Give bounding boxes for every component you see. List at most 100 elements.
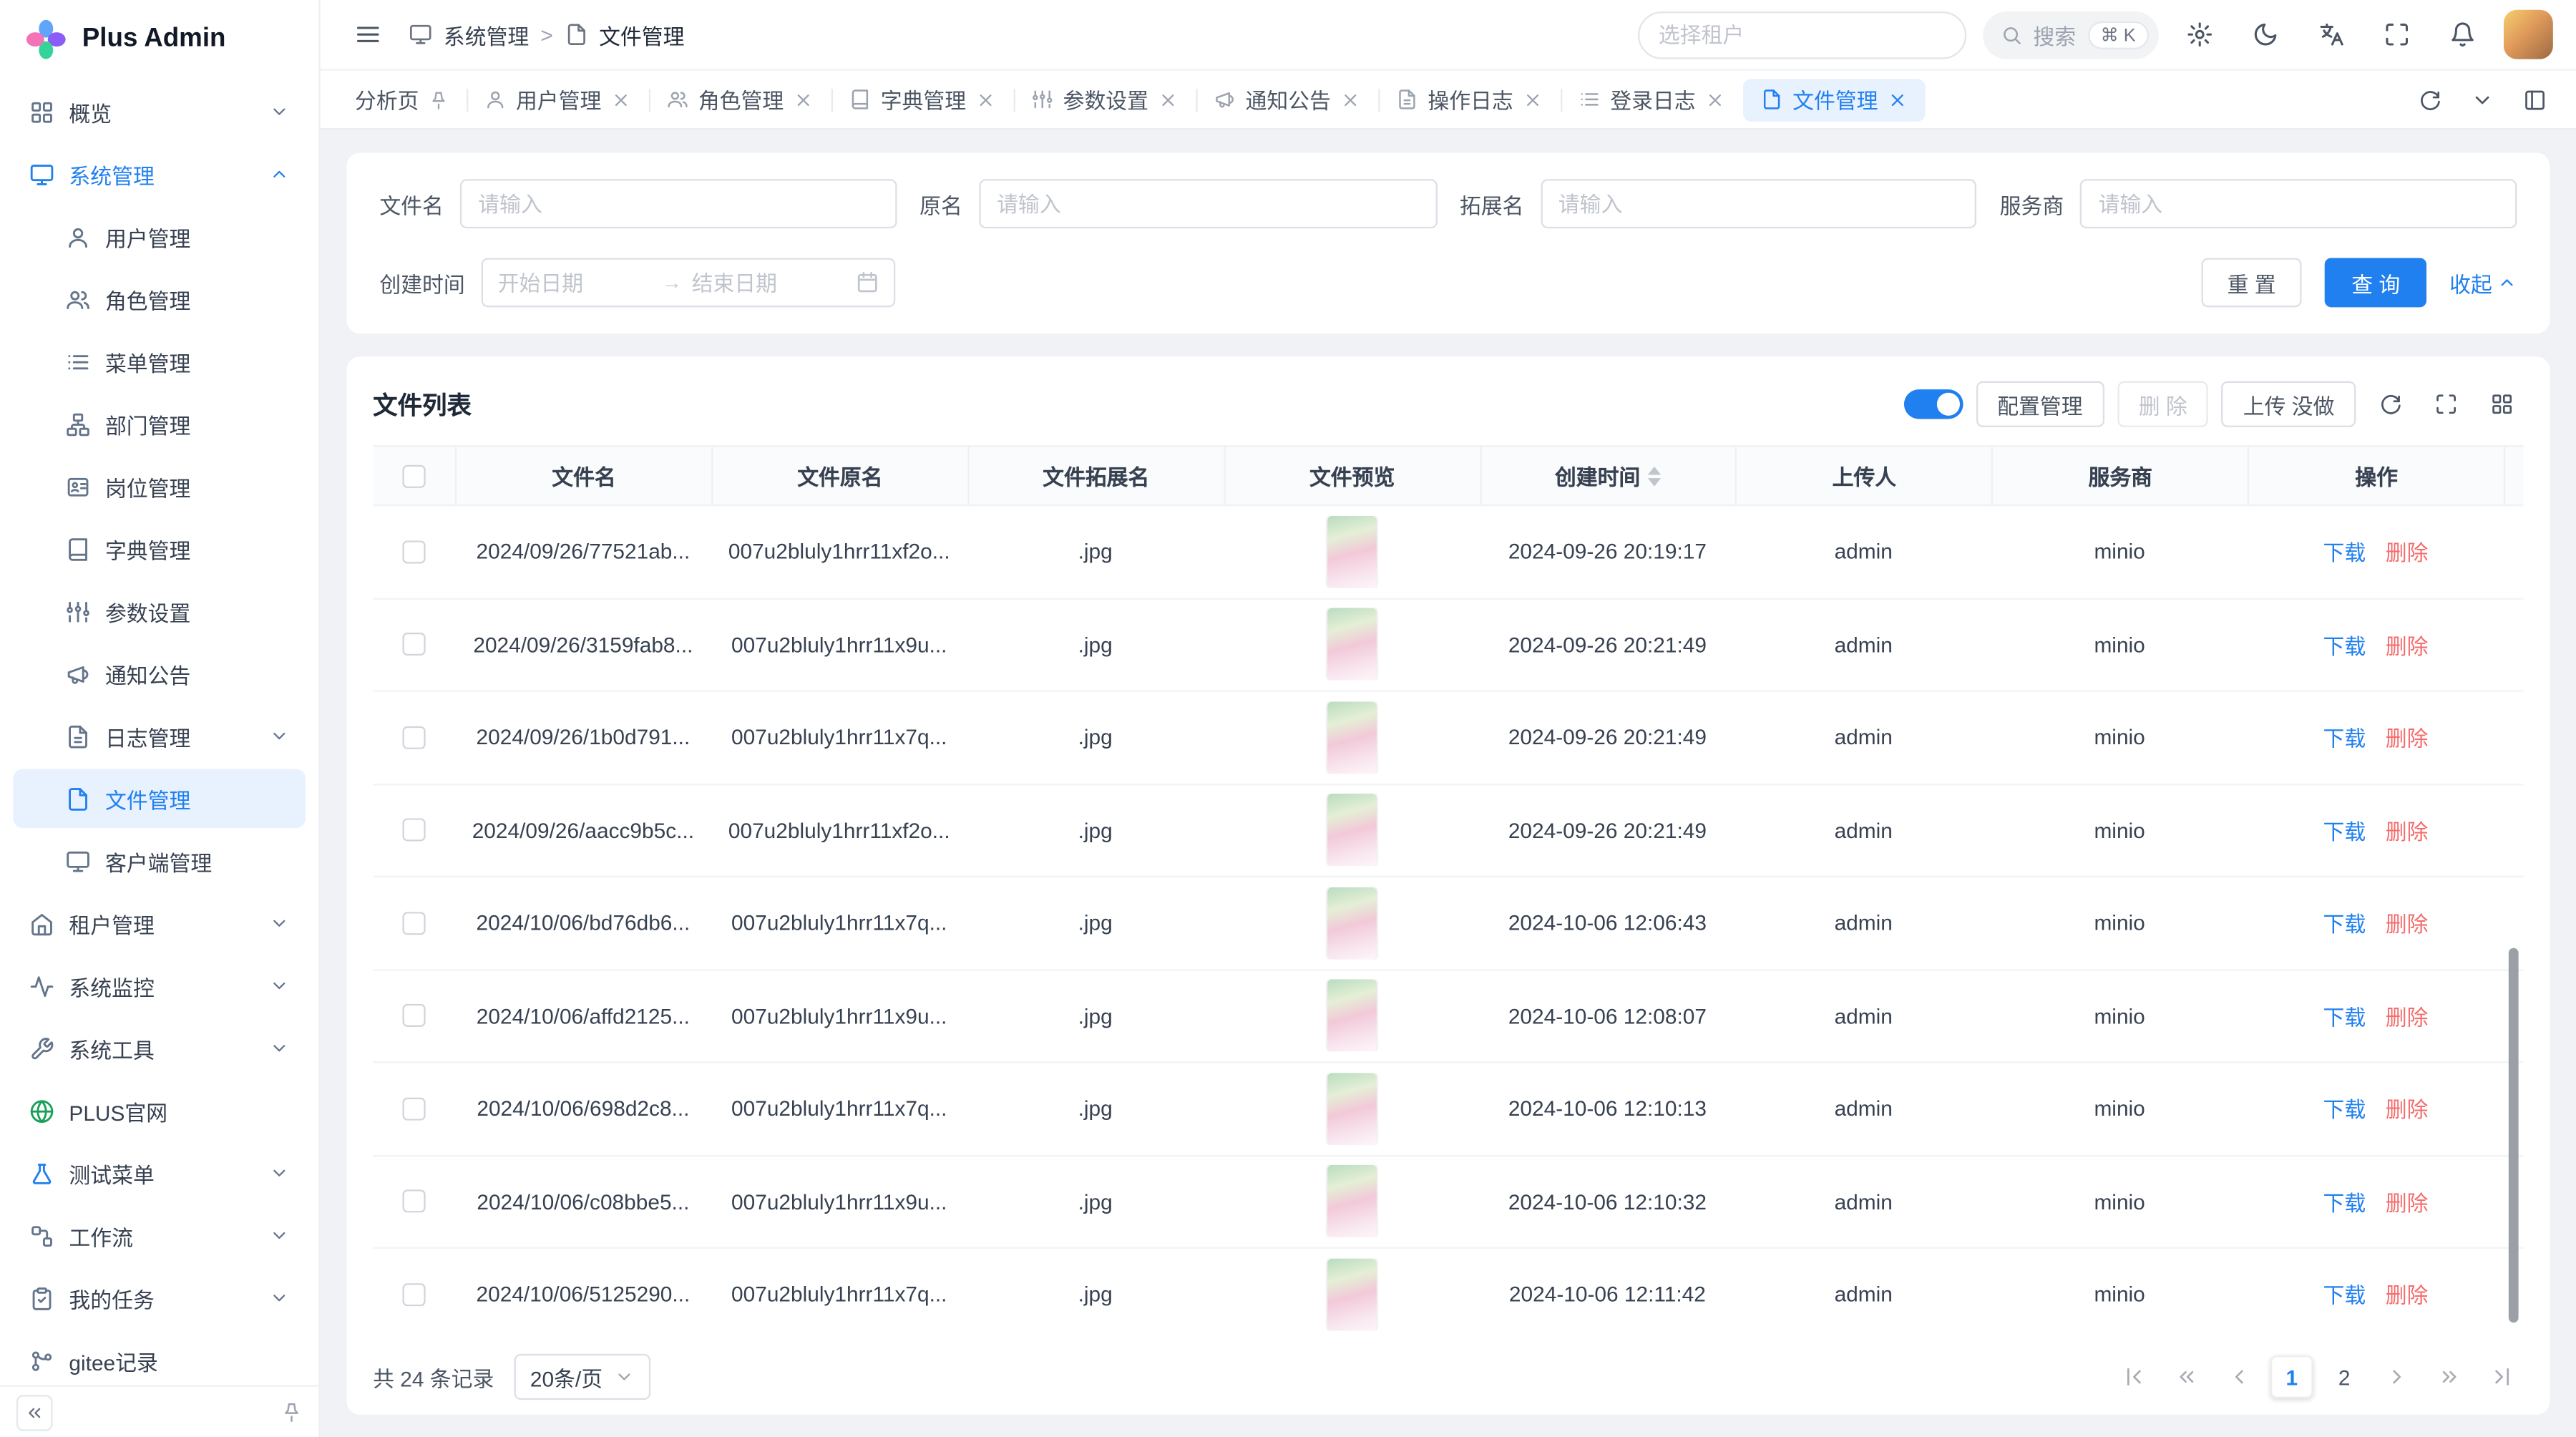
column-header-created-time[interactable]: 创建时间 — [1479, 447, 1735, 504]
refresh-tabs-button[interactable] — [2405, 74, 2454, 124]
app-logo-row[interactable]: Plus Admin — [0, 0, 318, 79]
tab-dict-management[interactable]: 字典管理 — [831, 78, 1014, 121]
settings-button[interactable] — [2175, 10, 2225, 59]
download-link[interactable]: 下载 — [2323, 907, 2366, 939]
sidebar-item-test-menu[interactable]: 测试菜单 — [13, 1144, 306, 1203]
delete-link[interactable]: 删除 — [2386, 907, 2429, 939]
tab-operation-log[interactable]: 操作日志 — [1378, 78, 1561, 121]
delete-link[interactable]: 删除 — [2386, 721, 2429, 753]
page-size-select[interactable]: 20条/页 — [514, 1354, 650, 1400]
prev-page-button[interactable] — [2218, 1355, 2260, 1398]
sidebar-collapse-button[interactable] — [16, 1394, 53, 1431]
sidebar-item-file-management[interactable]: 文件管理 — [13, 769, 306, 828]
last-page-button[interactable] — [2481, 1355, 2524, 1398]
extension-input[interactable] — [1540, 179, 1976, 228]
page-button-2[interactable]: 2 — [2323, 1355, 2366, 1398]
sidebar-item-gitee-record[interactable]: gitee记录 — [13, 1331, 306, 1385]
download-link[interactable]: 下载 — [2323, 721, 2366, 753]
download-link[interactable]: 下载 — [2323, 1186, 2366, 1217]
sidebar-item-param-settings[interactable]: 参数设置 — [13, 582, 306, 641]
start-date-input[interactable] — [498, 271, 653, 295]
file-preview-image[interactable] — [1327, 608, 1376, 681]
file-preview-image[interactable] — [1327, 887, 1376, 959]
file-preview-image[interactable] — [1327, 1258, 1376, 1330]
row-checkbox[interactable] — [402, 1097, 425, 1120]
jump-forward-button[interactable] — [2428, 1355, 2471, 1398]
download-link[interactable]: 下载 — [2323, 629, 2366, 661]
row-checkbox[interactable] — [402, 633, 425, 656]
language-button[interactable] — [2306, 10, 2356, 59]
sidebar-item-log-management[interactable]: 日志管理 — [13, 706, 306, 766]
file-preview-image[interactable] — [1327, 794, 1376, 866]
sidebar-item-system-tools[interactable]: 系统工具 — [13, 1018, 306, 1078]
notifications-button[interactable] — [2438, 10, 2487, 59]
batch-delete-button[interactable]: 删 除 — [2117, 381, 2209, 427]
file-preview-image[interactable] — [1327, 515, 1376, 588]
sidebar-item-menu-management[interactable]: 菜单管理 — [13, 332, 306, 391]
row-checkbox[interactable] — [402, 1004, 425, 1027]
file-preview-image[interactable] — [1327, 1165, 1376, 1237]
sidebar-item-role-management[interactable]: 角色管理 — [13, 270, 306, 329]
upload-button[interactable]: 上传 没做 — [2222, 381, 2356, 427]
sidebar-item-overview[interactable]: 概览 — [13, 82, 306, 142]
tab-login-log[interactable]: 登录日志 — [1561, 78, 1743, 121]
tab-user-management[interactable]: 用户管理 — [467, 78, 649, 121]
sidebar-item-workflow[interactable]: 工作流 — [13, 1206, 306, 1265]
delete-link[interactable]: 删除 — [2386, 1279, 2429, 1310]
file-name-input[interactable] — [460, 179, 897, 228]
close-icon[interactable] — [1341, 89, 1361, 109]
provider-input[interactable] — [2080, 179, 2517, 228]
delete-link[interactable]: 删除 — [2386, 1186, 2429, 1217]
refresh-table-button[interactable] — [2369, 383, 2412, 426]
table-fullscreen-button[interactable] — [2425, 383, 2468, 426]
date-range-picker[interactable]: → — [482, 258, 896, 307]
close-icon[interactable] — [1888, 89, 1908, 109]
original-name-input[interactable] — [979, 179, 1437, 228]
tabs-menu-button[interactable] — [2458, 74, 2507, 124]
select-all-checkbox[interactable] — [402, 464, 425, 487]
next-page-button[interactable] — [2376, 1355, 2419, 1398]
jump-back-button[interactable] — [2165, 1355, 2208, 1398]
row-checkbox[interactable] — [402, 726, 425, 749]
pin-sidebar-icon[interactable] — [281, 1401, 303, 1423]
sidebar-item-post-management[interactable]: 岗位管理 — [13, 457, 306, 516]
user-avatar[interactable] — [2504, 10, 2553, 59]
download-link[interactable]: 下载 — [2323, 814, 2366, 846]
sort-control[interactable] — [1649, 466, 1662, 486]
config-management-button[interactable]: 配置管理 — [1976, 381, 2104, 427]
tab-role-management[interactable]: 角色管理 — [649, 78, 831, 121]
page-button-1[interactable]: 1 — [2270, 1355, 2313, 1398]
sidebar-item-dict-management[interactable]: 字典管理 — [13, 520, 306, 579]
close-icon[interactable] — [794, 89, 814, 109]
search-submit-button[interactable]: 查 询 — [2326, 258, 2426, 307]
stripe-toggle[interactable] — [1903, 389, 1963, 419]
close-icon[interactable] — [1705, 89, 1725, 109]
sidebar-item-user-management[interactable]: 用户管理 — [13, 207, 306, 266]
row-checkbox[interactable] — [402, 540, 425, 563]
close-icon[interactable] — [1523, 89, 1543, 109]
download-link[interactable]: 下载 — [2323, 536, 2366, 568]
reset-button[interactable]: 重 置 — [2201, 258, 2302, 307]
sidebar-item-my-tasks[interactable]: 我的任务 — [13, 1268, 306, 1328]
close-icon[interactable] — [611, 89, 631, 109]
tab-param-settings[interactable]: 参数设置 — [1014, 78, 1196, 121]
sidebar-item-system-management[interactable]: 系统管理 — [13, 145, 306, 204]
sidebar-item-notice[interactable]: 通知公告 — [13, 644, 306, 703]
file-preview-image[interactable] — [1327, 980, 1376, 1052]
global-search-button[interactable]: 搜索 ⌘ K — [1982, 11, 2159, 59]
column-settings-button[interactable] — [2481, 383, 2524, 426]
row-checkbox[interactable] — [402, 1283, 425, 1306]
tab-analysis[interactable]: 分析页 — [337, 78, 467, 121]
download-link[interactable]: 下载 — [2323, 1000, 2366, 1032]
file-preview-image[interactable] — [1327, 701, 1376, 774]
breadcrumb-item[interactable]: 系统管理 — [444, 19, 529, 50]
close-icon[interactable] — [1158, 89, 1179, 109]
delete-link[interactable]: 删除 — [2386, 1000, 2429, 1032]
first-page-button[interactable] — [2113, 1355, 2156, 1398]
row-checkbox[interactable] — [402, 1190, 425, 1213]
sidebar-item-plus-website[interactable]: PLUS官网 — [13, 1081, 306, 1141]
delete-link[interactable]: 删除 — [2386, 1093, 2429, 1124]
sidebar-item-system-monitor[interactable]: 系统监控 — [13, 956, 306, 1015]
collapse-filter-link[interactable]: 收起 — [2449, 267, 2517, 298]
dark-mode-button[interactable] — [2241, 10, 2290, 59]
